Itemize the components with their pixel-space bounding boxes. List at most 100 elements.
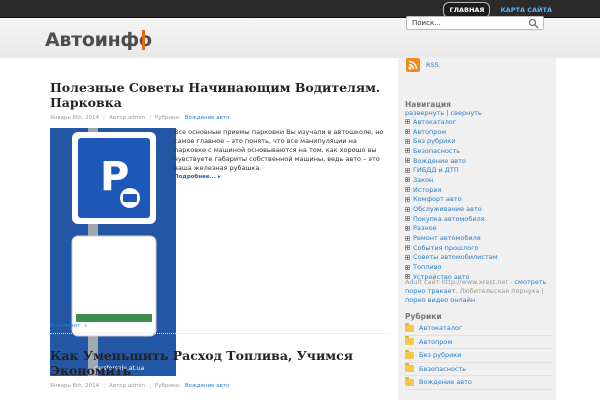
nav-item-link[interactable]: Ремонт автомобиля	[413, 234, 481, 242]
category-link[interactable]: Безопасность	[419, 365, 466, 373]
post-meta: Январь 6th, 2014 | Автор admin | Рубрики…	[50, 115, 229, 121]
nav-list-item[interactable]: Автопром	[405, 127, 498, 137]
nav-item-link[interactable]: Покупка автомобиля	[413, 215, 485, 223]
nav-item-link[interactable]: Безопасность	[413, 147, 460, 155]
category-item[interactable]: Безопасность	[405, 363, 553, 376]
nav-list-item[interactable]: Безопасность	[405, 146, 498, 156]
parking-sign-illustration: P carsforsale.at.ua	[50, 128, 176, 376]
expand-box-icon[interactable]	[405, 254, 410, 260]
category-link[interactable]: Автокаталог	[419, 324, 462, 332]
adult-links-text: Adult сайт http://www.xrest.net - смотре…	[405, 278, 547, 304]
post-image-parking-sign[interactable]: P carsforsale.at.ua	[50, 128, 176, 376]
expand-box-icon[interactable]	[405, 158, 410, 164]
nav-item-link[interactable]: Топливо	[413, 263, 441, 271]
expand-box-icon[interactable]	[405, 196, 410, 202]
rss-label: RSS	[426, 61, 439, 69]
comments-link[interactable]: 0 коммент. »	[50, 323, 87, 329]
expand-box-icon[interactable]	[405, 119, 410, 125]
category-link[interactable]: Вождение авто	[419, 378, 472, 386]
expand-box-icon[interactable]	[405, 235, 410, 241]
folder-icon	[405, 363, 414, 373]
nav-item-link[interactable]: Обслуживание авто	[413, 205, 482, 213]
post-author: Автор admin	[109, 383, 146, 389]
nav-item-link[interactable]: Без рубрики	[413, 137, 455, 145]
navigation-title: Навигация	[405, 100, 451, 109]
expand-box-icon[interactable]	[405, 138, 410, 144]
search-input[interactable]	[407, 17, 525, 29]
meta-separator: |	[149, 383, 151, 389]
expand-box-icon[interactable]	[405, 225, 410, 231]
nav-list-item[interactable]: Комфорт авто	[405, 195, 498, 205]
category-item[interactable]: Без рубрики	[405, 349, 553, 363]
folder-icon	[405, 376, 414, 386]
folder-icon	[405, 322, 414, 332]
meta-separator: |	[103, 383, 106, 389]
expand-box-icon[interactable]	[405, 216, 410, 222]
category-item[interactable]: Вождение авто	[405, 376, 553, 390]
nav-item-link[interactable]: Закон	[413, 176, 433, 184]
post-title[interactable]: Полезные Советы Начинающим Водителям. Па…	[50, 80, 390, 110]
post-date: Январь 6th, 2014	[50, 115, 100, 121]
post-rubric-label: Рубрики:	[154, 115, 181, 121]
expand-box-icon[interactable]	[405, 264, 410, 270]
expand-box-icon[interactable]	[405, 187, 410, 193]
meta-separator: |	[103, 115, 106, 121]
nav-item-link[interactable]: Автопром	[413, 128, 446, 136]
nav-item-link[interactable]: Вождение авто	[413, 157, 466, 165]
expand-box-icon[interactable]	[405, 167, 410, 173]
category-link[interactable]: Автопром	[419, 338, 452, 346]
folder-icon	[405, 336, 414, 346]
post-excerpt: Все основные приемы парковки Вы изучали …	[174, 128, 384, 172]
category-link[interactable]: Без рубрики	[419, 351, 461, 359]
nav-item-link[interactable]: Советы автомобилистам	[413, 253, 498, 261]
expand-box-icon[interactable]	[405, 177, 410, 183]
expand-box-icon[interactable]	[405, 206, 410, 212]
post-rubric-label: Рубрики:	[154, 383, 181, 389]
meta-separator: |	[149, 115, 151, 121]
post-rubric-link[interactable]: Вождение авто	[185, 383, 230, 389]
adult-link[interactable]: порно видео онлайн	[405, 296, 475, 304]
categories-title: Рубрики	[405, 312, 442, 321]
post-title[interactable]: Как Уменьшить Расход Топлива, Учимся Эко…	[50, 348, 390, 378]
nav-list-item[interactable]: События прошлого	[405, 243, 498, 253]
nav-item-link[interactable]: Разное	[413, 224, 437, 232]
nav-list-item[interactable]: ГИБДД и ДТП	[405, 165, 498, 175]
nav-list-item[interactable]: Без рубрики	[405, 136, 498, 146]
nav-list-item[interactable]: Советы автомобилистам	[405, 253, 498, 263]
nav-list-item[interactable]: Топливо	[405, 262, 498, 272]
nav-item-link[interactable]: История	[413, 186, 441, 194]
nav-list-item[interactable]: Покупка автомобиля	[405, 214, 498, 224]
nav-list-item[interactable]: Закон	[405, 175, 498, 185]
nav-list-item[interactable]: История	[405, 185, 498, 195]
site-title[interactable]: Автоинфо	[45, 29, 152, 51]
nav-expand-collapse-toggle[interactable]: развернуть | свернуть	[405, 109, 482, 117]
nav-list-item[interactable]: Обслуживание авто	[405, 204, 498, 214]
sidebar: RSS Навигация развернуть | свернуть Авто…	[398, 58, 556, 400]
post-rubric-link[interactable]: Вождение авто	[185, 115, 230, 121]
expand-box-icon[interactable]	[405, 148, 410, 154]
rss-icon	[406, 58, 420, 72]
search-box	[406, 16, 544, 30]
nav-item-link[interactable]: Комфорт авто	[413, 195, 462, 203]
post-author: Автор admin	[109, 115, 146, 121]
nav-list-item[interactable]: Автокаталог	[405, 117, 498, 127]
category-item[interactable]: Автокаталог	[405, 322, 553, 336]
post-date: Январь 6th, 2014	[50, 383, 100, 389]
main-content: Полезные Советы Начинающим Водителям. Па…	[45, 58, 390, 400]
nav-sitemap-link[interactable]: КАРТА САЙТА	[498, 3, 554, 17]
folder-icon	[405, 349, 414, 359]
nav-list-item[interactable]: Ремонт автомобиля	[405, 233, 498, 243]
nav-item-link[interactable]: События прошлого	[413, 244, 478, 252]
title-accent-bar	[142, 30, 145, 50]
nav-list-item[interactable]: Разное	[405, 224, 498, 234]
post-divider	[50, 333, 390, 334]
expand-box-icon[interactable]	[405, 129, 410, 135]
category-item[interactable]: Автопром	[405, 336, 553, 349]
nav-item-link[interactable]: Автокаталог	[413, 118, 456, 126]
nav-list-item[interactable]: Вождение авто	[405, 156, 498, 166]
rss-link[interactable]: RSS	[406, 58, 439, 72]
read-more-link[interactable]: Подробнее... ▸	[174, 174, 221, 180]
search-icon[interactable]	[528, 18, 539, 29]
expand-box-icon[interactable]	[405, 245, 410, 251]
nav-item-link[interactable]: ГИБДД и ДТП	[413, 166, 459, 174]
